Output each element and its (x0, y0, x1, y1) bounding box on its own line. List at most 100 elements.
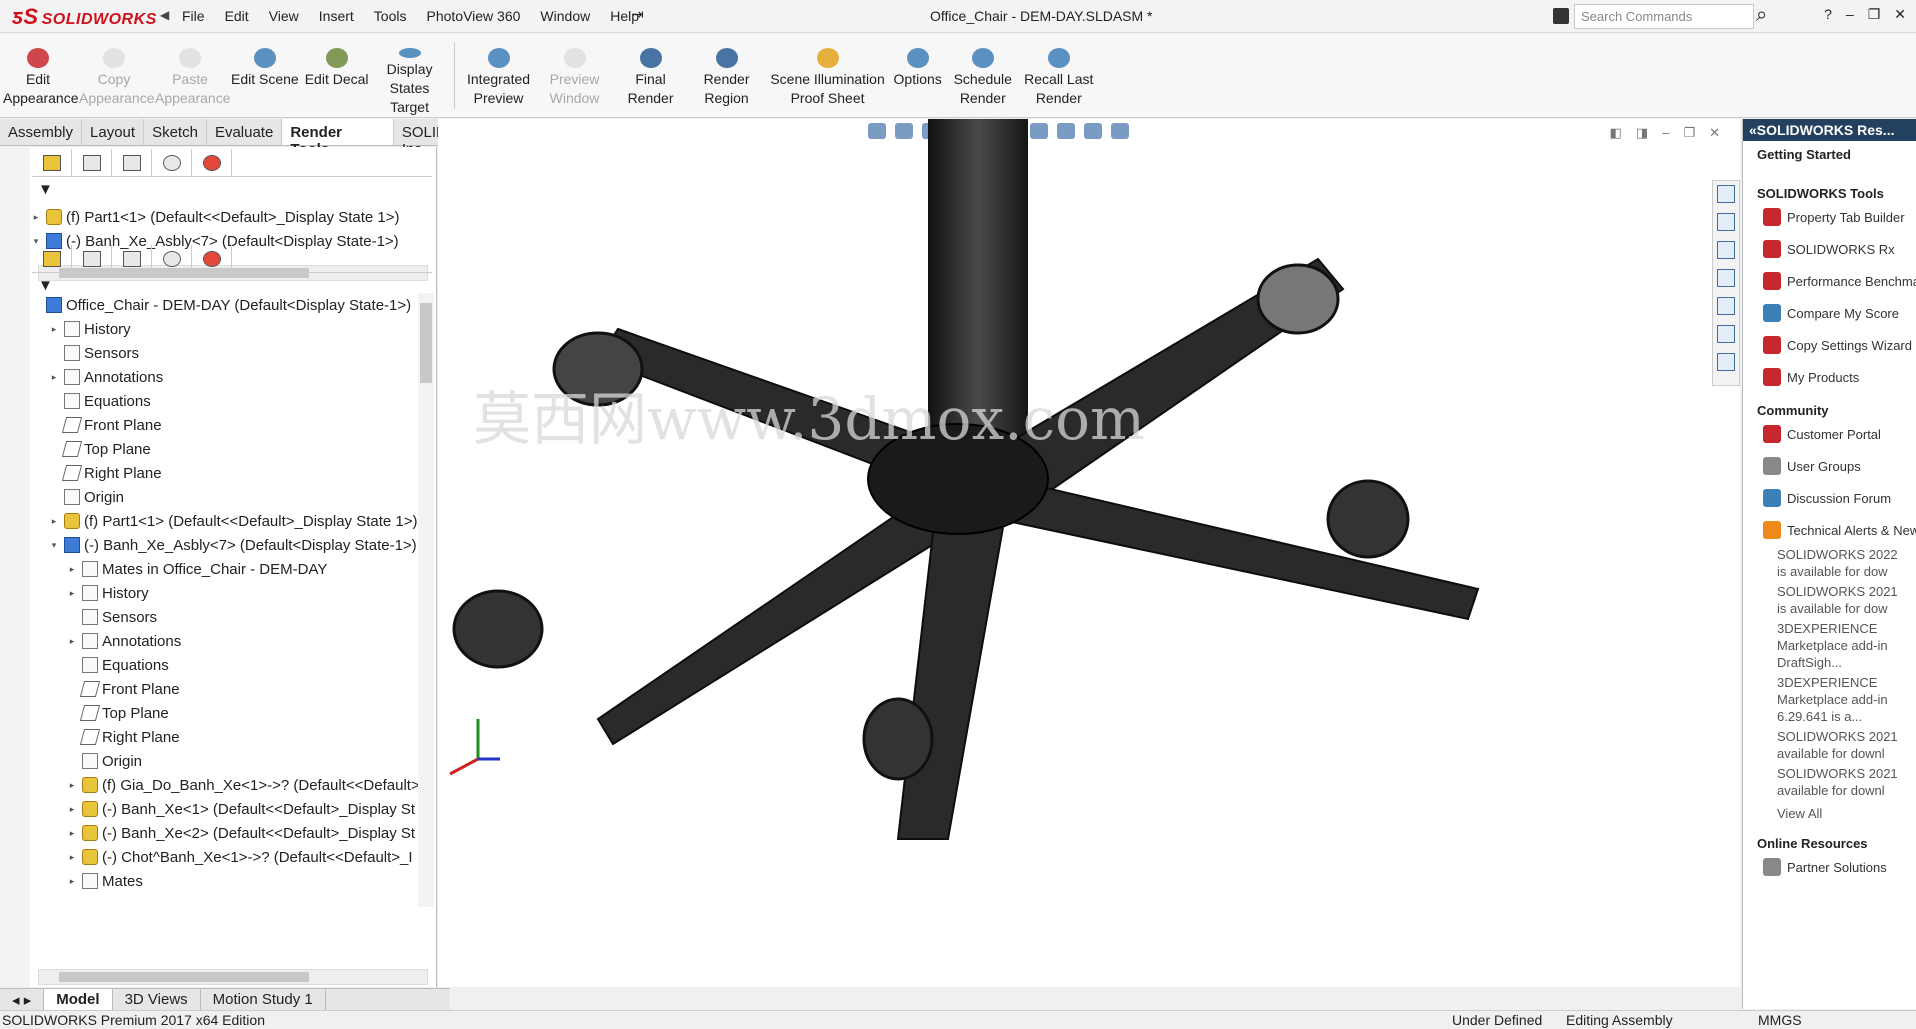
render-region-button[interactable]: Render Region (689, 34, 765, 117)
tree-node[interactable]: ▸ (f) Part1<1> (Default<<Default>_Display… (30, 509, 450, 533)
partner-solutions-link[interactable]: Partner Solutions (1743, 851, 1916, 883)
command-prompt-icon[interactable] (1553, 8, 1569, 24)
expand-arrow-icon[interactable]: ▸ (48, 516, 60, 527)
tree-node[interactable]: Origin (30, 485, 450, 509)
task-pane-link[interactable]: Performance Benchmark Test (1743, 265, 1916, 297)
menu-insert[interactable]: Insert (309, 8, 364, 24)
tree-node[interactable]: ▸ Annotations (30, 629, 450, 653)
tree-node[interactable]: Equations (30, 389, 450, 413)
tree-node[interactable]: Equations (30, 653, 450, 677)
task-pane-link[interactable]: Technical Alerts & News (1743, 514, 1916, 546)
filter-icon[interactable]: ▼ (38, 181, 53, 198)
task-pane-link[interactable]: My Products (1743, 361, 1916, 393)
display-manager-tab-icon[interactable] (192, 149, 232, 177)
search-icon[interactable]: ⌕ (1756, 4, 1767, 27)
menu-file[interactable]: File (172, 8, 215, 24)
task-pane-link[interactable]: Discussion Forum (1743, 482, 1916, 514)
tree-node[interactable]: ▸ (f) Part1<1> (Default<<Default>_Display… (30, 205, 450, 229)
tree-node[interactable]: Office_Chair - DEM-DAY (Default<Display … (30, 293, 450, 317)
solidworks-logo[interactable]: ƽS SOLIDWORKS (12, 4, 157, 30)
view-all-link[interactable]: View All (1743, 805, 1916, 822)
tree-node[interactable]: ▸ (-) Banh_Xe<1> (Default<<Default>_Displ… (30, 797, 450, 821)
expand-arrow-icon[interactable]: ▸ (48, 324, 60, 335)
tree-node[interactable]: Top Plane (30, 701, 450, 725)
tree-node[interactable]: Sensors (30, 605, 450, 629)
expand-arrow-icon[interactable]: ▸ (66, 564, 78, 575)
tree-node[interactable]: ▸ (-) Chot^Banh_Xe<1>->? (Default<<Defaul… (30, 845, 450, 869)
menu-view[interactable]: View (259, 8, 309, 24)
design-library-icon[interactable] (1717, 213, 1735, 231)
custom-properties-icon[interactable] (1717, 325, 1735, 343)
tree-node[interactable]: ▸ History (30, 581, 450, 605)
property-manager-tab-icon[interactable] (72, 245, 112, 273)
display-states-target-button[interactable]: Display States Target (372, 34, 448, 117)
dimxpert-tab-icon[interactable] (152, 245, 192, 273)
view-palette-icon[interactable] (1717, 269, 1735, 287)
tree-node[interactable]: Front Plane (30, 677, 450, 701)
help-icon[interactable]: ? (1824, 6, 1832, 23)
dimxpert-tab-icon[interactable] (152, 149, 192, 177)
tree-node[interactable]: Front Plane (30, 413, 450, 437)
tab-scroll-arrows-icon[interactable]: ◂ ▸ (0, 989, 45, 1010)
task-pane-link[interactable]: Property Tab Builder (1743, 201, 1916, 233)
news-item[interactable]: SOLIDWORKS 2021 is available for dow (1777, 583, 1910, 617)
tree-node[interactable]: Right Plane (30, 461, 450, 485)
pin-icon[interactable]: ⇥ (632, 6, 644, 23)
feature-manager-tab-icon[interactable] (32, 149, 72, 177)
file-explorer-icon[interactable] (1717, 241, 1735, 259)
edit-appearance-button[interactable]: Edit Appearance (0, 34, 79, 117)
bottom-tab-model[interactable]: Model (44, 989, 113, 1010)
news-item[interactable]: SOLIDWORKS 2021 available for downl (1777, 728, 1910, 762)
task-pane-title[interactable]: «SOLIDWORKS Res... (1743, 119, 1916, 141)
menu-window[interactable]: Window (530, 8, 600, 24)
tab-evaluate[interactable]: Evaluate (206, 119, 283, 145)
task-pane-link[interactable]: Copy Settings Wizard (1743, 329, 1916, 361)
tree-node[interactable]: Sensors (30, 341, 450, 365)
expand-arrow-icon[interactable]: ▸ (66, 636, 78, 647)
restore-icon[interactable]: ❐ (1868, 6, 1881, 23)
menu-tools[interactable]: Tools (364, 8, 417, 24)
news-item[interactable]: SOLIDWORKS 2021 available for downl (1777, 765, 1910, 799)
menu-edit[interactable]: Edit (215, 8, 259, 24)
tree-node[interactable]: ▾ (-) Banh_Xe_Asbly<7> (Default<Display S… (30, 533, 450, 557)
getting-started-heading[interactable]: Getting Started (1743, 141, 1916, 162)
filter-icon[interactable]: ▼ (38, 277, 53, 294)
tree-node[interactable]: ▸ History (30, 317, 450, 341)
forum-icon[interactable] (1717, 353, 1735, 371)
options-button[interactable]: Options (891, 34, 945, 117)
tree-hscroll[interactable] (38, 969, 428, 985)
tree-vscroll[interactable] (418, 293, 434, 907)
expand-arrow-icon[interactable]: ▸ (30, 212, 42, 223)
configuration-manager-tab-icon[interactable] (112, 245, 152, 273)
tree-node[interactable]: Top Plane (30, 437, 450, 461)
expand-arrow-icon[interactable]: ▸ (66, 588, 78, 599)
task-pane-link[interactable]: SOLIDWORKS Rx (1743, 233, 1916, 265)
close-icon[interactable]: ✕ (1894, 6, 1906, 23)
menu-photoview-360[interactable]: PhotoView 360 (416, 8, 530, 24)
tree-node[interactable]: ▸ (-) Banh_Xe<2> (Default<<Default>_Displ… (30, 821, 450, 845)
tree-node[interactable]: Origin (30, 749, 450, 773)
edit-decal-button[interactable]: Edit Decal (302, 34, 372, 117)
news-item[interactable]: 3DEXPERIENCE Marketplace add-in 6.29.641… (1777, 674, 1910, 725)
display-manager-tab-icon[interactable] (192, 245, 232, 273)
appearances-icon[interactable] (1717, 297, 1735, 315)
tab-layout[interactable]: Layout (82, 119, 145, 145)
news-item[interactable]: 3DEXPERIENCE Marketplace add-in DraftSig… (1777, 620, 1910, 671)
feature-manager-tab-icon[interactable] (32, 245, 72, 273)
minimize-icon[interactable]: – (1846, 6, 1854, 23)
home-icon[interactable] (1717, 185, 1735, 203)
expand-arrow-icon[interactable]: ▸ (66, 828, 78, 839)
tab-assembly[interactable]: Assembly (0, 119, 83, 145)
property-manager-tab-icon[interactable] (72, 149, 112, 177)
configuration-manager-tab-icon[interactable] (112, 149, 152, 177)
final-render-button[interactable]: Final Render (613, 34, 689, 117)
tree-node[interactable]: ▸ Mates (30, 869, 450, 893)
scene-illumination-proof-sheet-button[interactable]: Scene Illumination Proof Sheet (765, 34, 891, 117)
expand-arrow-icon[interactable]: ▸ (66, 780, 78, 791)
task-pane-link[interactable]: Customer Portal (1743, 418, 1916, 450)
task-pane-link[interactable]: Compare My Score (1743, 297, 1916, 329)
preview-window-button[interactable]: Preview Window (537, 34, 613, 117)
tab-sketch[interactable]: Sketch (144, 119, 207, 145)
graphics-viewport[interactable]: ◧ ◨ – ❐ ✕ 莫西网www.3dmox.com (438, 119, 1740, 987)
edit-scene-button[interactable]: Edit Scene (228, 34, 302, 117)
